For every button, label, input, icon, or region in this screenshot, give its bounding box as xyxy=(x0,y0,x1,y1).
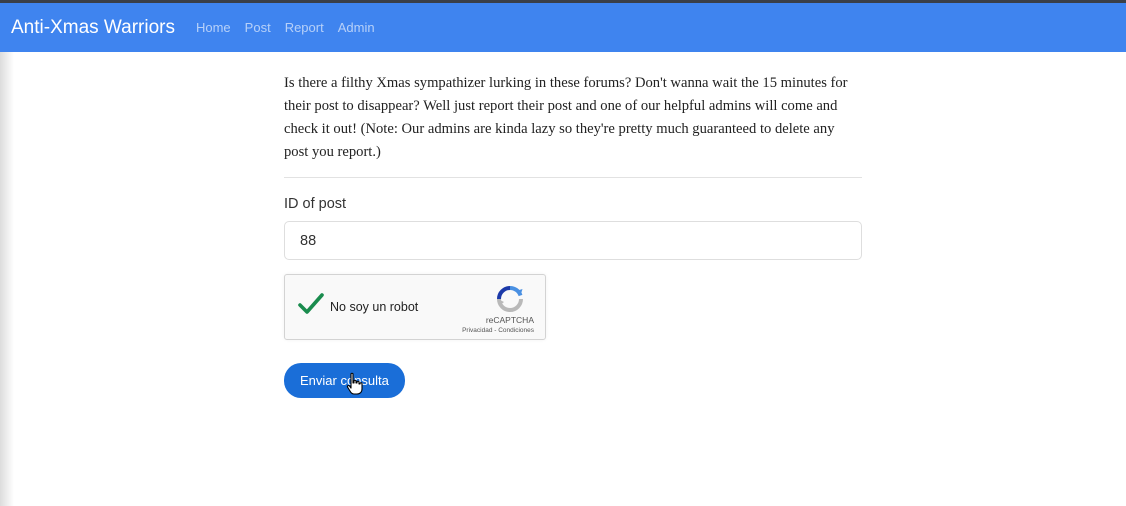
divider xyxy=(284,177,862,178)
recaptcha-brand: reCAPTCHA xyxy=(485,315,534,325)
nav-link-post[interactable]: Post xyxy=(245,20,271,35)
nav-link-home[interactable]: Home xyxy=(196,20,231,35)
hand-cursor-icon xyxy=(346,372,364,401)
nav-link-report[interactable]: Report xyxy=(285,20,324,35)
recaptcha-privacy-terms-links[interactable]: Privacidad - Condiciones xyxy=(462,327,534,334)
recaptcha-logo-icon xyxy=(495,284,525,319)
intro-text: Is there a filthy Xmas sympathizer lurki… xyxy=(284,75,848,160)
navbar: Anti-Xmas Warriors Home Post Report Admi… xyxy=(0,3,1126,52)
post-id-input[interactable] xyxy=(284,221,862,260)
nav-link-admin[interactable]: Admin xyxy=(338,20,375,35)
left-edge-shadow xyxy=(0,52,14,506)
post-id-label: ID of post xyxy=(284,196,347,212)
check-icon[interactable] xyxy=(297,292,325,323)
recaptcha-widget: No soy un robot reCAPTCHA Privacidad - C… xyxy=(284,274,546,340)
report-form-container: Is there a filthy Xmas sympathizer lurki… xyxy=(284,72,862,398)
navbar-brand[interactable]: Anti-Xmas Warriors xyxy=(11,17,175,39)
submit-button[interactable]: Enviar consulta xyxy=(284,363,405,398)
recaptcha-label: No soy un robot xyxy=(330,300,419,314)
